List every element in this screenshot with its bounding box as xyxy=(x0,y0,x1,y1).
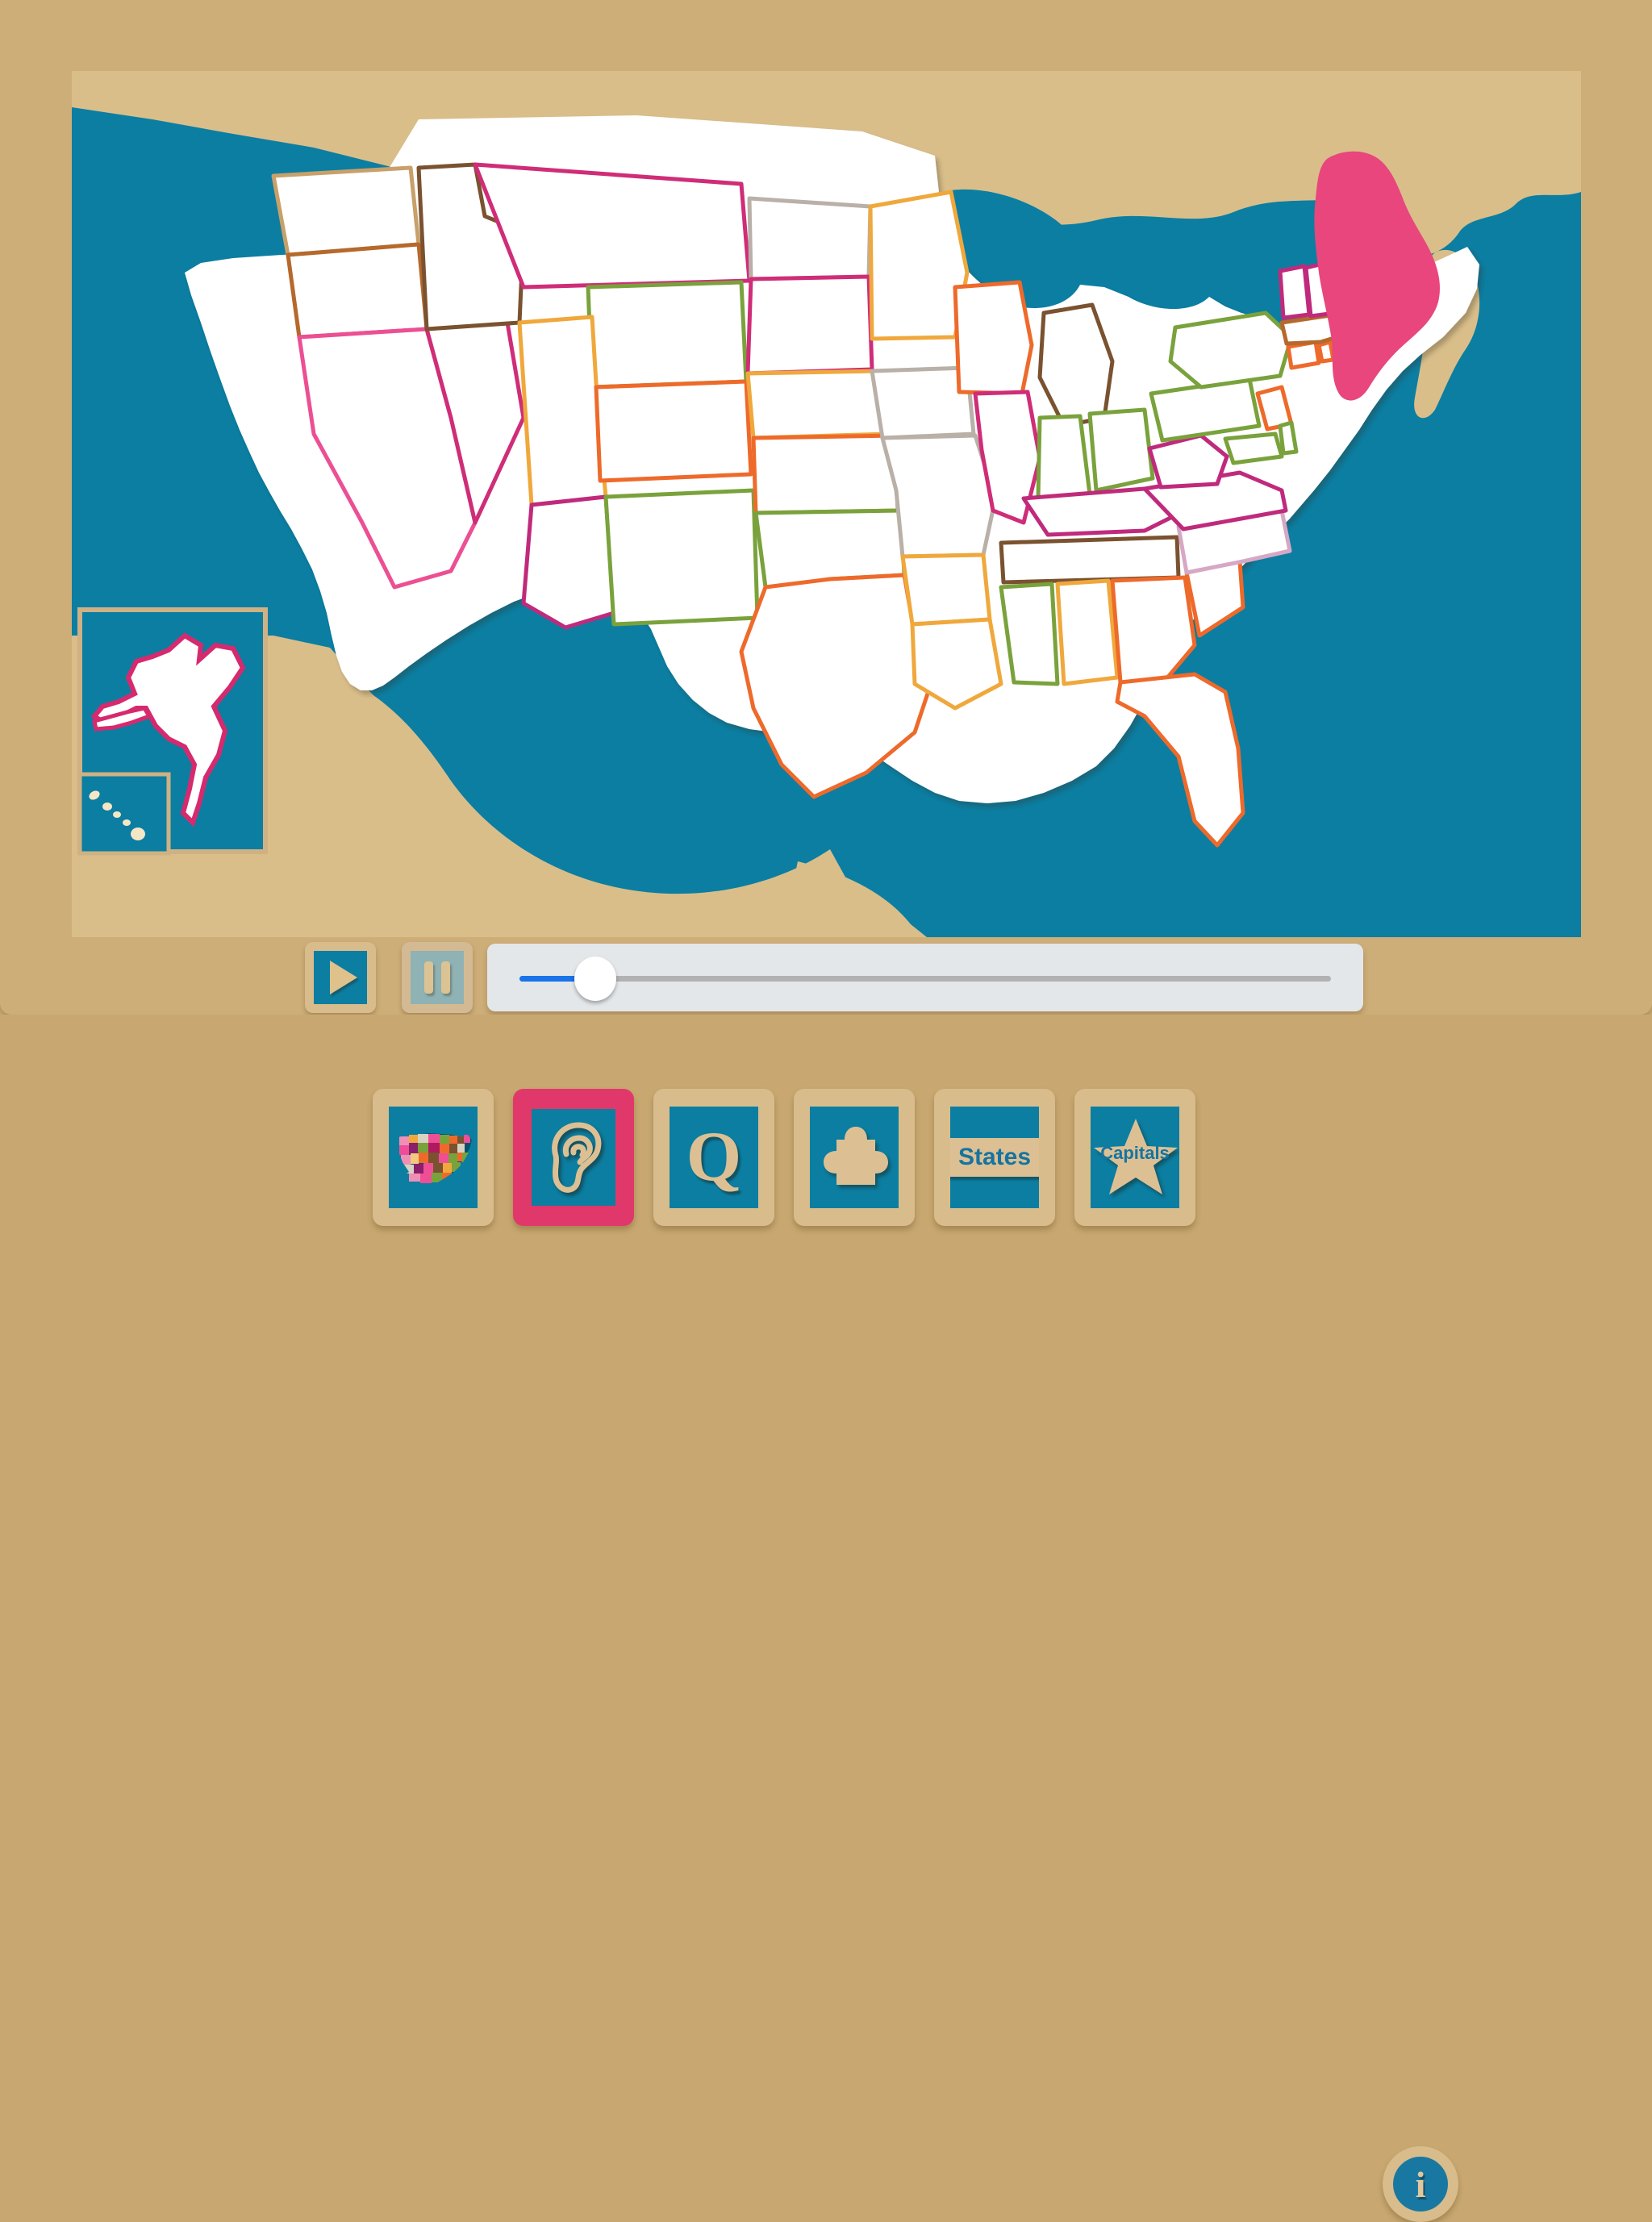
progress-slider-panel[interactable] xyxy=(487,944,1363,1011)
state-new-york xyxy=(1168,311,1294,390)
state-wisconsin xyxy=(953,280,1034,396)
state-connecticut xyxy=(1286,340,1321,370)
mode-button-capitals[interactable]: Capitals xyxy=(1074,1089,1195,1226)
state-minnesota xyxy=(868,190,970,341)
play-icon xyxy=(314,951,367,1004)
mode-button-listen[interactable] xyxy=(513,1089,634,1226)
playback-controls xyxy=(0,942,1652,1013)
progress-slider-track[interactable] xyxy=(519,957,1331,1001)
puzzle-piece-icon xyxy=(810,1107,899,1208)
state-wyoming xyxy=(586,280,749,390)
pause-icon xyxy=(411,951,464,1004)
state-kansas xyxy=(751,433,900,515)
capitals-label: Capitals xyxy=(1100,1143,1170,1163)
map-stage-panel xyxy=(0,0,1652,1015)
state-north-dakota xyxy=(747,196,873,281)
state-missouri xyxy=(880,433,998,559)
usa-map-icon xyxy=(389,1107,478,1208)
states-label: States xyxy=(950,1138,1039,1177)
united-states-map[interactable] xyxy=(72,71,1581,937)
mode-button-map[interactable] xyxy=(373,1089,494,1226)
info-button[interactable]: i xyxy=(1383,2146,1458,2222)
state-colorado xyxy=(594,379,753,483)
states-plate-icon: States xyxy=(950,1107,1039,1208)
play-button[interactable] xyxy=(305,942,376,1013)
state-tennessee xyxy=(999,535,1181,585)
state-nebraska xyxy=(745,369,891,440)
state-delaware xyxy=(1278,420,1299,456)
mode-toolbar: Q States Capitals i xyxy=(0,1015,1652,2222)
state-new-mexico xyxy=(603,488,760,627)
hawaii-inset xyxy=(77,772,171,856)
mode-button-quiz[interactable]: Q xyxy=(653,1089,774,1226)
pause-button[interactable] xyxy=(402,942,473,1013)
mode-button-puzzle[interactable] xyxy=(794,1089,915,1226)
state-maryland xyxy=(1223,431,1284,465)
state-alabama xyxy=(1055,578,1120,686)
state-arizona xyxy=(521,494,616,630)
q-letter-icon: Q xyxy=(670,1107,758,1208)
state-south-dakota xyxy=(745,274,874,376)
progress-slider-thumb[interactable] xyxy=(574,957,617,1001)
mode-button-states[interactable]: States xyxy=(934,1089,1055,1226)
star-icon: Capitals xyxy=(1091,1107,1179,1208)
state-montana xyxy=(473,162,752,290)
state-oregon xyxy=(286,242,429,340)
q-letter-label: Q xyxy=(686,1118,742,1196)
ear-icon xyxy=(532,1109,615,1206)
state-arkansas xyxy=(900,552,992,627)
state-utah xyxy=(517,315,608,507)
state-indiana xyxy=(1036,414,1092,501)
state-ohio xyxy=(1087,407,1155,493)
map-viewport[interactable] xyxy=(72,71,1581,937)
state-washington xyxy=(271,165,421,257)
info-icon: i xyxy=(1393,2157,1448,2212)
state-rhode-island xyxy=(1316,340,1336,364)
